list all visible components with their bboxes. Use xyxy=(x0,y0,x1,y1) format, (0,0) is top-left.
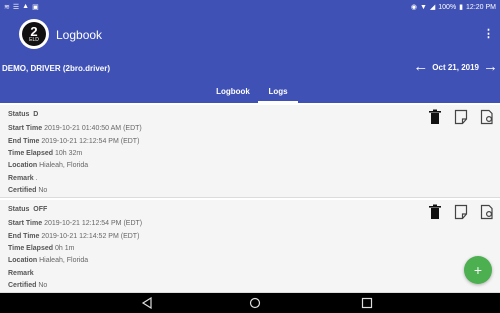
certified-row: Certified No xyxy=(8,282,47,289)
start-time-label: Start Time xyxy=(8,125,43,132)
certified-row: Certified No xyxy=(8,187,47,194)
end-time-label: End Time xyxy=(8,138,40,145)
home-icon[interactable] xyxy=(248,297,262,309)
current-date[interactable]: Oct 21, 2019 xyxy=(432,63,479,72)
status-label: Status xyxy=(8,111,30,118)
logs-list[interactable]: Status D Start Time 2019-10-21 01:40:50 … xyxy=(0,103,500,293)
system-status-bar: ≋ ☰ ▲ ▣ ◉ ▼ ◢ 100% ▮ 12:20 PM xyxy=(0,0,500,14)
edit-note-icon[interactable] xyxy=(454,109,468,125)
remark-value: . xyxy=(35,175,38,182)
trash-icon[interactable] xyxy=(428,109,442,125)
tab-logs[interactable]: Logs xyxy=(258,80,298,103)
tab-bar: Logbook Logs xyxy=(0,80,500,103)
wifi-icon: ≋ xyxy=(4,4,10,11)
log-card[interactable]: Status D Start Time 2019-10-21 01:40:50 … xyxy=(0,105,500,198)
date-navigator: ← Oct 21, 2019 → xyxy=(413,59,498,75)
recents-icon[interactable] xyxy=(360,297,374,309)
cell-signal-icon: ◢ xyxy=(429,4,436,11)
annotate-icon[interactable] xyxy=(480,204,494,220)
start-time-value: 2019-10-21 12:12:54 PM (EDT) xyxy=(44,220,143,227)
start-time-value: 2019-10-21 01:40:50 AM (EDT) xyxy=(44,125,142,132)
location-label: Location xyxy=(8,162,38,169)
remark-row: Remark . xyxy=(8,175,38,182)
trash-icon[interactable] xyxy=(428,204,442,220)
location-label: Location xyxy=(8,257,38,264)
logo-subtext: ELD xyxy=(29,37,39,43)
driver-bar: DEMO, DRIVER (2bro.driver) ← Oct 21, 201… xyxy=(0,56,500,80)
location-row: Location Hialeah, Florida xyxy=(8,257,88,264)
remark-label: Remark xyxy=(8,175,34,182)
location-icon: ◉ xyxy=(410,4,417,11)
end-time-row: End Time 2019-10-21 12:12:54 PM (EDT) xyxy=(8,138,139,145)
next-day-icon[interactable]: → xyxy=(483,59,498,75)
end-time-value: 2019-10-21 12:12:54 PM (EDT) xyxy=(41,138,140,145)
add-log-button[interactable]: + xyxy=(464,256,492,284)
overflow-menu-icon[interactable]: ⋮ xyxy=(483,27,494,40)
image-icon: ▣ xyxy=(32,4,39,11)
status-value: OFF xyxy=(33,206,48,213)
status-row: Status OFF xyxy=(8,206,47,213)
end-time-value: 2019-10-21 12:14:52 PM (EDT) xyxy=(41,233,140,240)
time-elapsed-label: Time Elapsed xyxy=(8,150,54,157)
tab-logbook[interactable]: Logbook xyxy=(210,80,256,103)
clock: 12:20 PM xyxy=(466,3,496,11)
battery-icon: ▮ xyxy=(459,4,464,11)
log-card[interactable]: Status OFF Start Time 2019-10-21 12:12:5… xyxy=(0,200,500,293)
certified-value: No xyxy=(38,282,48,289)
location-row: Location Hialeah, Florida xyxy=(8,162,88,169)
annotate-icon[interactable] xyxy=(480,109,494,125)
certified-label: Certified xyxy=(8,282,37,289)
time-elapsed-label: Time Elapsed xyxy=(8,245,54,252)
previous-day-icon[interactable]: ← xyxy=(413,59,428,75)
start-time-row: Start Time 2019-10-21 12:12:54 PM (EDT) xyxy=(8,220,142,227)
warning-icon: ▲ xyxy=(22,3,30,10)
end-time-row: End Time 2019-10-21 12:14:52 PM (EDT) xyxy=(8,233,139,240)
driver-name: DEMO, DRIVER (2bro.driver) xyxy=(2,64,111,73)
notification-icon: ☰ xyxy=(12,4,20,11)
log-actions xyxy=(428,204,494,220)
time-elapsed-value: 10h 32m xyxy=(54,150,83,157)
start-time-row: Start Time 2019-10-21 01:40:50 AM (EDT) xyxy=(8,125,142,132)
certified-value: No xyxy=(38,187,48,194)
app-bar: 2 ELD Logbook ⋮ xyxy=(0,14,500,56)
notification-icons: ≋ ☰ ▲ ▣ xyxy=(0,3,39,11)
edit-note-icon[interactable] xyxy=(454,204,468,220)
app-logo: 2 ELD xyxy=(19,19,49,49)
status-row: Status D xyxy=(8,111,38,118)
wifi-signal-icon: ▼ xyxy=(419,3,427,11)
log-actions xyxy=(428,109,494,125)
app-title: Logbook xyxy=(56,28,103,42)
remark-row: Remark xyxy=(8,270,34,277)
start-time-label: Start Time xyxy=(8,220,43,227)
time-elapsed-row: Time Elapsed 0h 1m xyxy=(8,245,74,252)
remark-label: Remark xyxy=(8,270,34,277)
battery-percent: 100% xyxy=(438,3,457,11)
certified-label: Certified xyxy=(8,187,37,194)
system-nav-bar xyxy=(0,293,500,313)
location-value: Hialeah, Florida xyxy=(39,257,89,264)
status-label: Status xyxy=(8,206,30,213)
location-value: Hialeah, Florida xyxy=(39,162,89,169)
back-icon[interactable] xyxy=(140,297,154,309)
end-time-label: End Time xyxy=(8,233,40,240)
time-elapsed-value: 0h 1m xyxy=(54,245,75,252)
time-elapsed-row: Time Elapsed 10h 32m xyxy=(8,150,82,157)
status-value: D xyxy=(33,111,39,118)
